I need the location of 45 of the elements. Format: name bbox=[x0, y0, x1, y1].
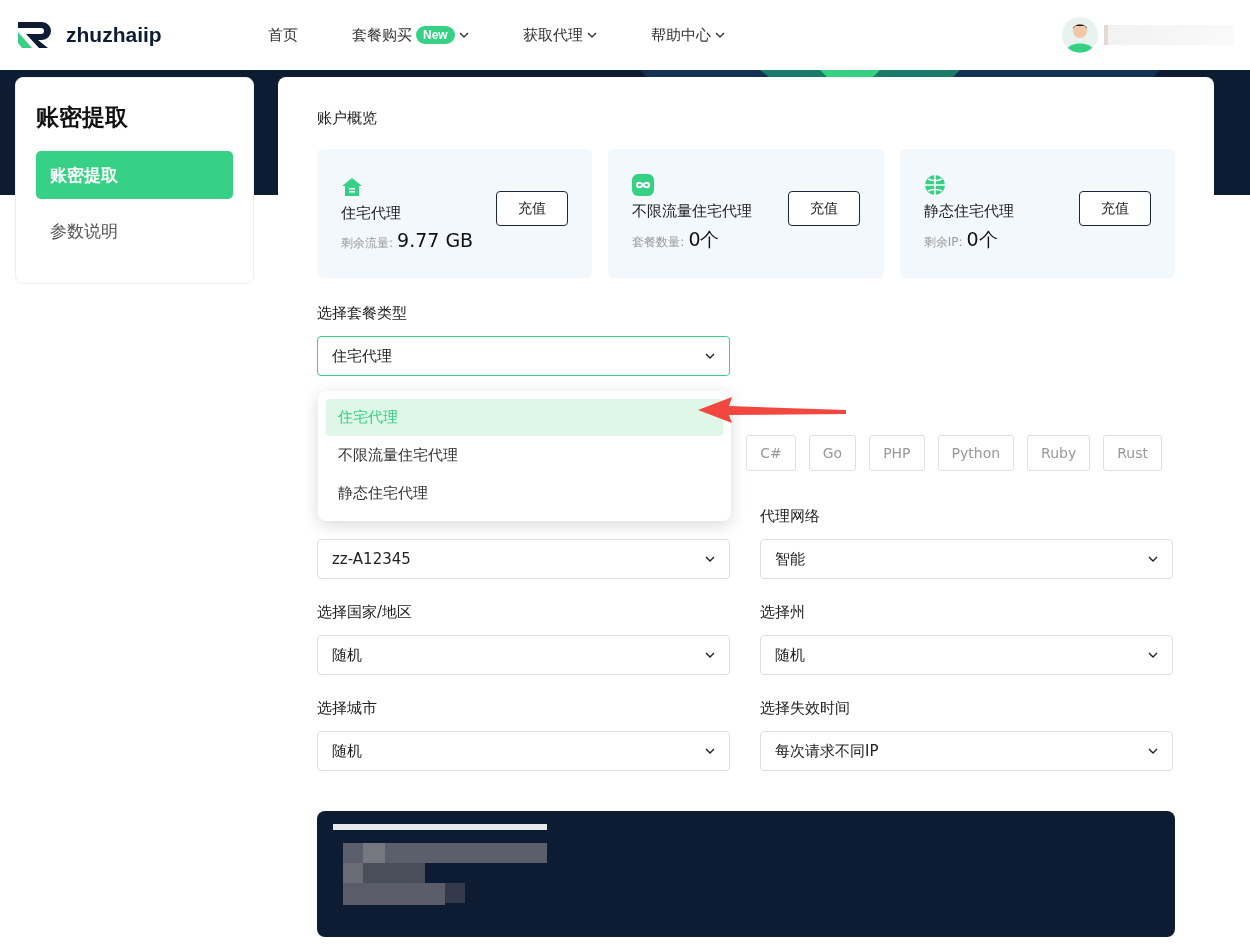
stat-value: 0个 bbox=[966, 227, 998, 252]
field-label: 选择城市 bbox=[317, 699, 378, 719]
field-label: 选择失效时间 bbox=[760, 699, 851, 719]
stat-label: 套餐数量: bbox=[632, 234, 685, 251]
caret-icon bbox=[1148, 652, 1158, 658]
infinity-icon bbox=[632, 174, 655, 196]
stat-value: 9.77 GB bbox=[397, 228, 474, 251]
recharge-button[interactable]: 充值 bbox=[1079, 191, 1151, 226]
house-icon bbox=[341, 175, 363, 198]
logo-text: zhuzhaiip bbox=[66, 23, 162, 47]
caret-icon bbox=[705, 556, 715, 562]
caret-icon bbox=[1148, 556, 1158, 562]
field-label: 选择国家/地区 bbox=[317, 603, 414, 623]
plan-name: 住宅代理 bbox=[341, 203, 402, 223]
nav-link[interactable]: 帮助中心 bbox=[650, 25, 725, 45]
stat-value: 0个 bbox=[688, 227, 720, 252]
select-field[interactable]: 随机 bbox=[317, 635, 730, 675]
section-title: 账户概览 bbox=[317, 109, 378, 129]
plan-name: 静态住宅代理 bbox=[923, 202, 1015, 221]
field-label: 选择州 bbox=[760, 603, 806, 623]
nav-link[interactable]: 套餐购买 New bbox=[352, 25, 469, 45]
stat-label: 剩余IP: bbox=[923, 234, 963, 251]
new-badge: New bbox=[416, 26, 455, 44]
plan-name: 不限流量住宅代理 bbox=[632, 202, 754, 221]
avatar bbox=[1062, 17, 1098, 53]
select-field[interactable]: 随机 bbox=[317, 731, 730, 771]
nav-link[interactable]: 获取代理 bbox=[522, 25, 597, 45]
sidebar-item[interactable]: 参数说明 bbox=[36, 207, 233, 255]
field-label: 代理网络 bbox=[760, 507, 821, 527]
caret-icon bbox=[705, 748, 715, 754]
sidebar-title: 账密提取 bbox=[36, 103, 129, 132]
field-label: 选择套餐类型 bbox=[317, 304, 408, 324]
recharge-button[interactable]: 充值 bbox=[496, 191, 569, 226]
caret-icon bbox=[705, 353, 715, 359]
select-field[interactable]: 随机 bbox=[760, 635, 1173, 675]
nav-link[interactable]: 首页 bbox=[268, 25, 298, 45]
recharge-button[interactable]: 充值 bbox=[787, 191, 860, 226]
globe-icon bbox=[923, 174, 946, 196]
stat-label: 剩余流量: bbox=[341, 234, 394, 252]
select-field[interactable]: 智能 bbox=[760, 539, 1173, 579]
caret-icon bbox=[1148, 748, 1158, 754]
select-field[interactable]: zz-A12345 bbox=[317, 539, 730, 579]
plan-select[interactable]: 住宅代理 bbox=[317, 336, 730, 376]
caret-icon bbox=[705, 652, 715, 658]
select-field[interactable]: 每次请求不同IP bbox=[760, 731, 1173, 771]
